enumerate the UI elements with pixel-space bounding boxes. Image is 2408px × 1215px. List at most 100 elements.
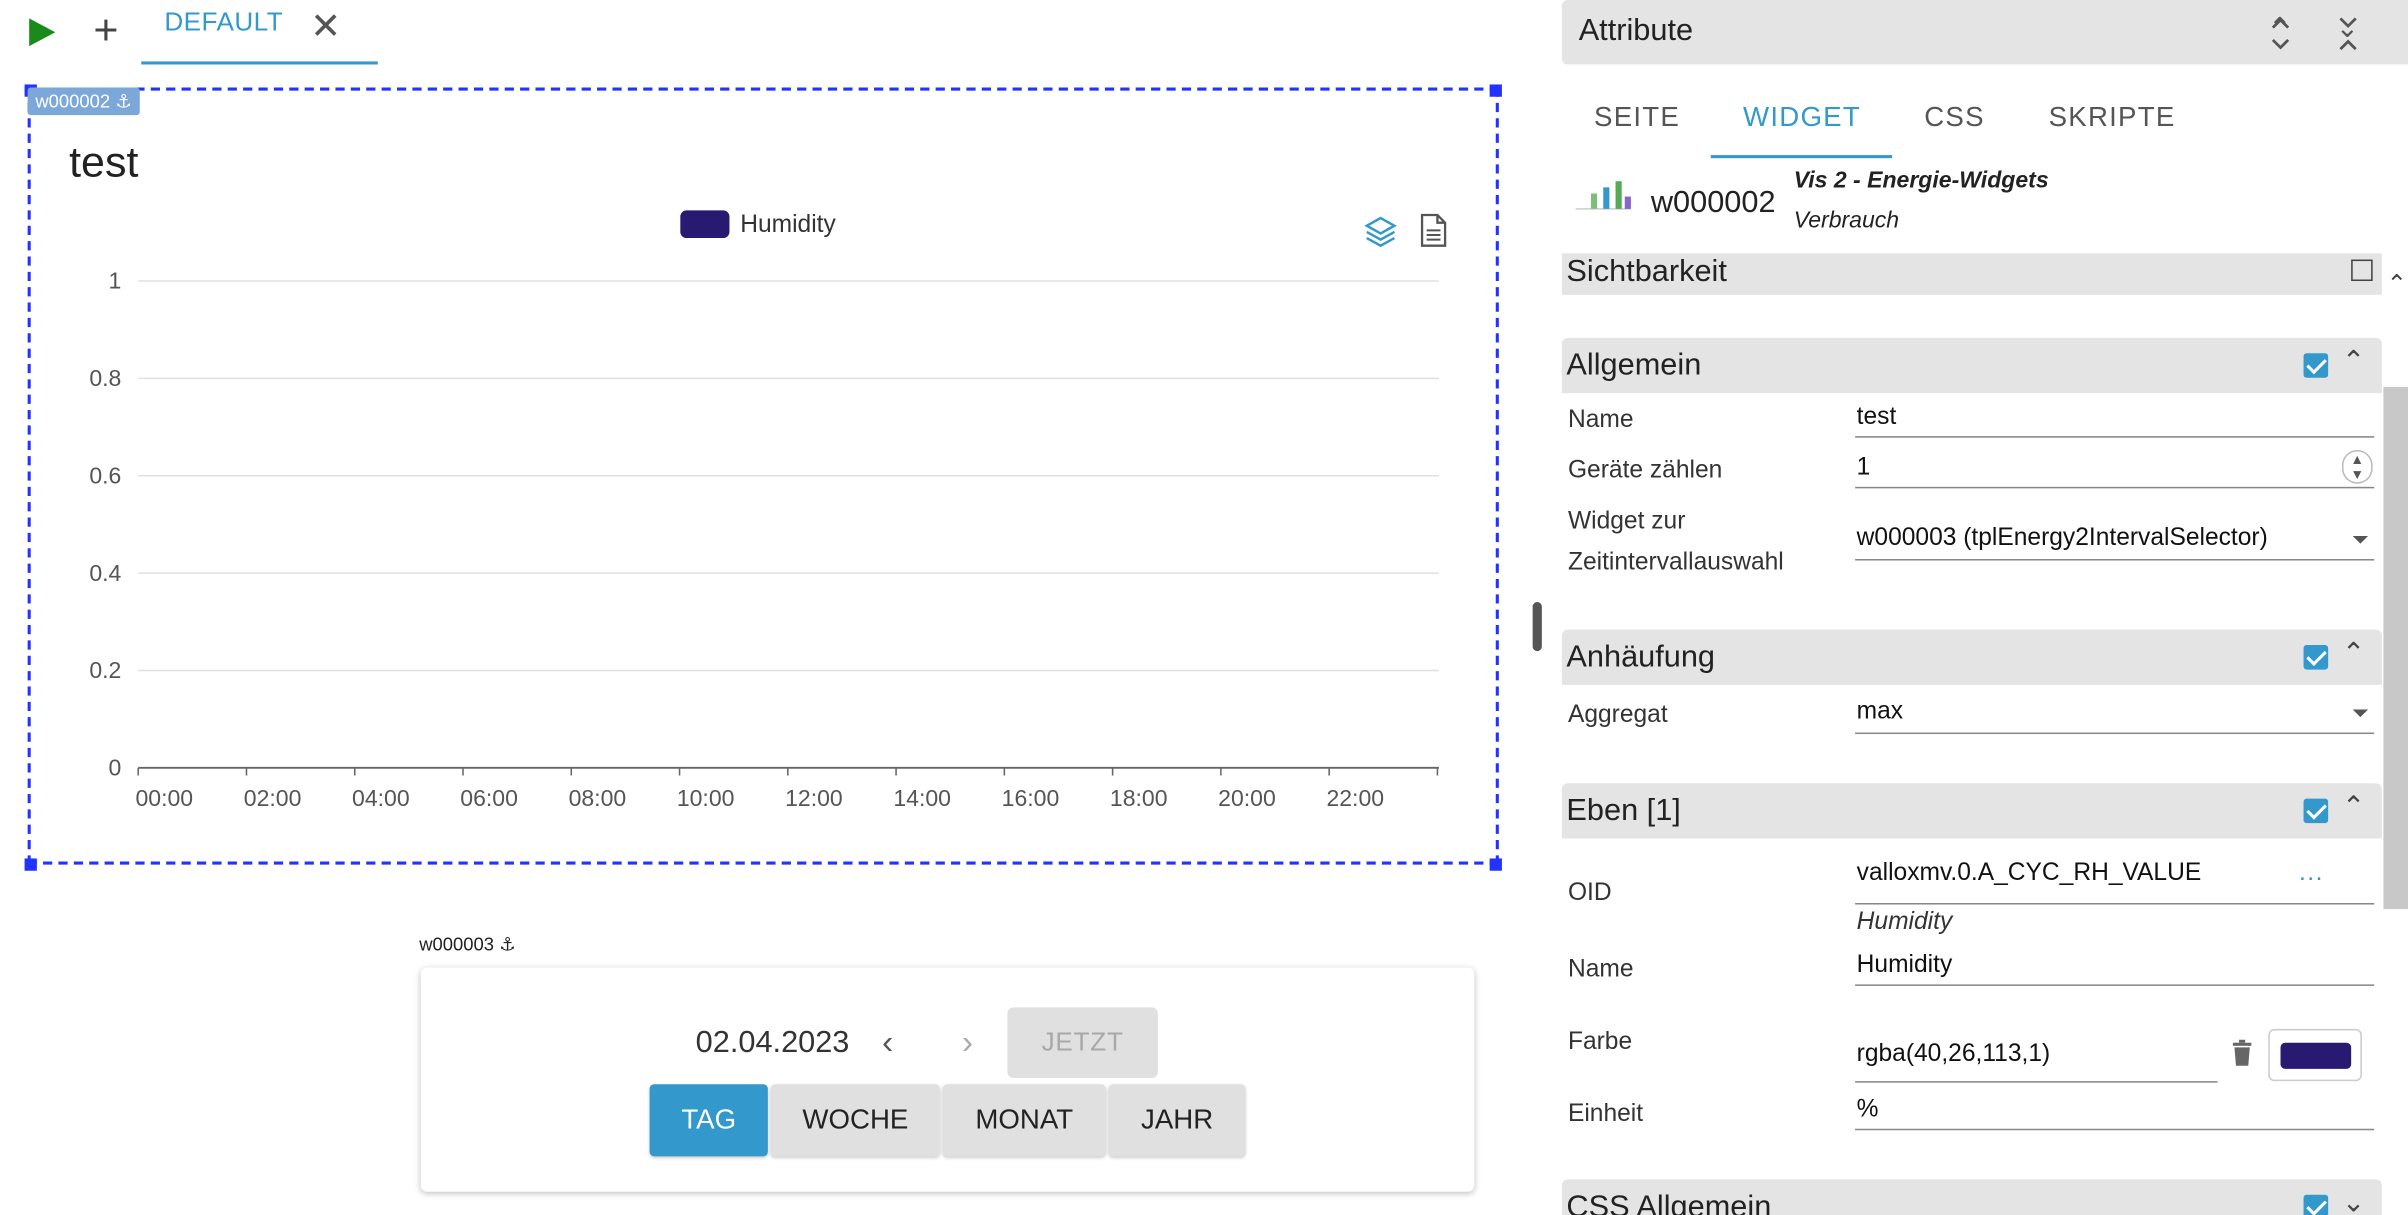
color-value: rgba(40,26,113,1) — [1856, 1041, 2051, 1068]
field-label: Name — [1567, 956, 1634, 983]
section-title: Sichtbarkeit — [1566, 254, 1727, 289]
field-label: OID — [1567, 879, 1612, 907]
y-tick-label: 0.4 — [89, 560, 121, 586]
interval-widget-select[interactable]: w000003 (tplEnergy2IntervalSelector) — [1855, 522, 2375, 561]
y-tick-label: 1 — [109, 268, 122, 294]
field-label: Aggregat — [1567, 701, 1668, 728]
widget-id-tag[interactable]: w000002 ⚓ — [27, 87, 140, 116]
device-count-input[interactable]: 1 — [1855, 453, 2375, 489]
interval-selector-widget — [420, 967, 1475, 1192]
widget-id-tag-interval[interactable]: w000003 ⚓ — [419, 934, 515, 955]
section-general[interactable]: Allgemein ⌃ — [1561, 337, 2382, 394]
tab-widget[interactable]: WIDGET — [1743, 101, 1861, 133]
close-icon[interactable]: ✕ — [310, 5, 341, 50]
x-tick-label: 14:00 — [893, 785, 951, 811]
tab-skripte[interactable]: SKRIPTE — [2049, 101, 2176, 133]
y-tick-label: 0.8 — [89, 365, 121, 391]
color-picker-button[interactable] — [2268, 1028, 2362, 1082]
field-label: Widget zur — [1567, 508, 1686, 535]
layers-icon[interactable] — [1364, 212, 1398, 249]
segment-tag[interactable]: TAG — [649, 1084, 768, 1157]
field-label: Geräte zählen — [1567, 457, 1723, 484]
section-title: CSS Allgemein — [1566, 1190, 1772, 1215]
aggregate-value: max — [1856, 698, 1904, 725]
panel-resize-handle[interactable] — [1532, 601, 1542, 652]
number-stepper[interactable]: ▲ ▼ — [2341, 449, 2373, 484]
resize-handle[interactable] — [24, 858, 37, 871]
y-tick-label: 0.6 — [89, 462, 121, 488]
widget-type-name: Verbrauch — [1793, 207, 1900, 234]
resize-handle[interactable] — [1489, 84, 1502, 97]
tab-default-label: DEFAULT — [164, 7, 284, 37]
segment-jahr[interactable]: JAHR — [1108, 1084, 1246, 1157]
object-browser-button[interactable]: ... — [2299, 860, 2324, 888]
count-value: 1 — [1856, 454, 1871, 481]
chart-title: test — [69, 138, 139, 186]
trash-icon[interactable] — [2231, 1039, 2252, 1068]
panel-scrollbar[interactable] — [2383, 386, 2408, 910]
editor-canvas: + DEFAULT ✕ w000002 ⚓ test Humidity 0 0.… — [0, 0, 1530, 1215]
active-tab-indicator — [1710, 155, 1892, 159]
section-checkbox[interactable] — [2303, 798, 2329, 824]
x-tick-label: 06:00 — [460, 785, 518, 811]
dropdown-caret-icon — [2352, 535, 2369, 544]
editor-toolbar: + DEFAULT ✕ — [0, 0, 1530, 68]
color-input[interactable]: rgba(40,26,113,1) — [1855, 1037, 2218, 1083]
oid-input[interactable]: valloxmv.0.A_CYC_RH_VALUE — [1855, 855, 2375, 905]
section-layers[interactable]: Eben [1] ⌃ — [1561, 783, 2382, 839]
x-tick-label: 02:00 — [244, 785, 302, 811]
field-label: Farbe — [1567, 1028, 1633, 1056]
x-tick-label: 00:00 — [136, 785, 194, 811]
section-checkbox[interactable] — [2303, 1194, 2329, 1215]
chevron-down-icon[interactable]: ⌄ — [2342, 1187, 2365, 1215]
chevron-up-icon[interactable]: ⌃ — [2342, 346, 2365, 378]
chevron-up-icon[interactable]: ⌃ — [2342, 791, 2365, 823]
segment-monat[interactable]: MONAT — [942, 1084, 1106, 1157]
y-axis-ticks: 0 0.2 0.4 0.6 0.8 1 — [89, 268, 121, 781]
section-css-general[interactable]: CSS Allgemein ⌄ — [1561, 1179, 2382, 1215]
resize-handle[interactable] — [1489, 858, 1502, 871]
x-axis: 00:00 02:00 04:00 06:00 08:00 10:00 12:00 14:00… — [136, 766, 1439, 811]
chevron-right-icon[interactable]: › — [948, 1021, 988, 1067]
chevron-up-icon[interactable]: ⌃ — [2342, 637, 2365, 669]
field-label: Zeitintervallauswahl — [1567, 549, 1784, 576]
now-button[interactable]: JETZT — [1007, 1007, 1158, 1079]
widget-set-name: Vis 2 - Energie-Widgets — [1793, 167, 2049, 194]
section-aggregation[interactable]: Anhäufung ⌃ — [1561, 629, 2382, 685]
color-swatch — [2280, 1042, 2352, 1069]
unit-value: % — [1856, 1096, 1879, 1123]
checkbox[interactable] — [2351, 259, 2373, 282]
legend-swatch — [680, 210, 730, 239]
section-title: Eben [1] — [1566, 793, 1681, 828]
unit-input[interactable]: % — [1855, 1095, 2375, 1131]
section-title: Anhäufung — [1566, 640, 1716, 675]
aggregate-select[interactable]: max — [1855, 696, 2375, 735]
section-visibility[interactable]: Sichtbarkeit — [1561, 253, 2382, 295]
widget-id: w000002 — [1650, 185, 1776, 220]
section-checkbox[interactable] — [2303, 644, 2329, 670]
tab-default[interactable]: DEFAULT ✕ — [141, 0, 378, 65]
layer-name-input[interactable]: Humidity — [1855, 951, 2375, 986]
x-tick-label: 12:00 — [785, 785, 843, 811]
dropdown-caret-icon — [2352, 709, 2369, 718]
oid-description: Humidity — [1856, 909, 1953, 936]
x-tick-label: 20:00 — [1218, 785, 1276, 811]
line-chart[interactable]: 0 0.2 0.4 0.6 0.8 1 00:00 02:00 04:00 06:00 08:00… — [61, 253, 1458, 821]
x-tick-label: 08:00 — [569, 785, 627, 811]
name-input[interactable]: test — [1855, 402, 2375, 438]
chevron-left-icon[interactable]: ‹ — [868, 1021, 908, 1067]
field-label: Einheit — [1567, 1101, 1644, 1128]
tab-seite[interactable]: SEITE — [1594, 101, 1680, 133]
tab-css[interactable]: CSS — [1924, 101, 1985, 133]
y-tick-label: 0.2 — [89, 657, 121, 683]
add-view-button[interactable]: + — [88, 8, 125, 51]
data-view-icon[interactable] — [1416, 212, 1450, 249]
play-icon[interactable] — [25, 15, 59, 49]
scroll-up-icon[interactable]: ⌃ — [2386, 269, 2407, 300]
widget-thumbnail — [1569, 168, 1638, 219]
x-tick-label: 16:00 — [1002, 785, 1060, 811]
section-checkbox[interactable] — [2303, 353, 2329, 378]
segment-woche[interactable]: WOCHE — [770, 1084, 940, 1157]
name-value: test — [1856, 403, 1897, 430]
oid-value: valloxmv.0.A_CYC_RH_VALUE — [1856, 859, 2202, 887]
